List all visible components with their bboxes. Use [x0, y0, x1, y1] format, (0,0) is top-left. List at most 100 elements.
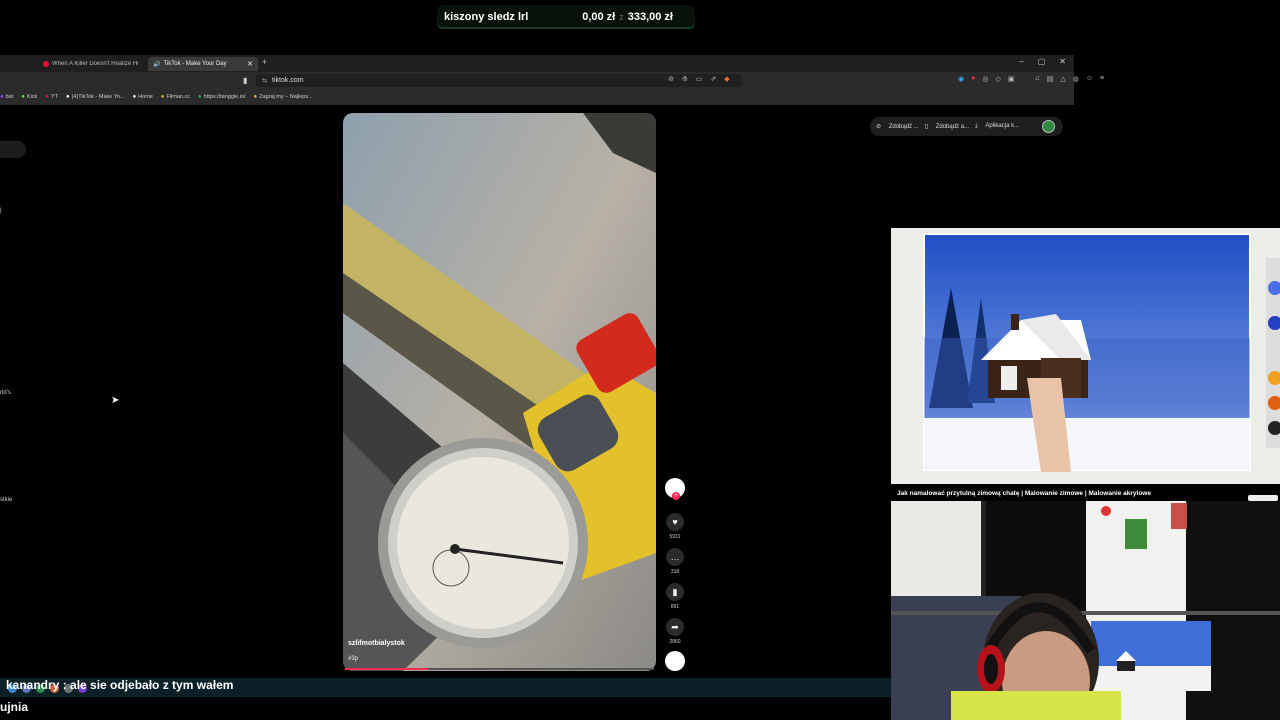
donation-current: 0,00 zł [582, 11, 616, 23]
music-disc-icon[interactable] [665, 651, 685, 671]
bookmark-favicon-icon: ● [65, 94, 70, 100]
donation-name: kiszony sledz lrl [444, 11, 529, 23]
donation-goal: 333,00 zł [627, 11, 673, 23]
comment-button[interactable]: … 318 [663, 548, 687, 575]
brave-rewards-icon[interactable]: △ [1060, 75, 1065, 83]
sidebar-text-fragment: stkie [0, 497, 13, 503]
tab-youtube[interactable]: When A Killer Doesn't Realize He's B [38, 57, 146, 71]
bookmark-favicon-icon: ● [160, 94, 165, 100]
minimize-icon[interactable]: – [1019, 57, 1023, 66]
bookmark-item[interactable]: ● https://tanggle.io/ [198, 94, 246, 100]
bookmark-item[interactable]: ● bat [0, 94, 13, 100]
browser-window: When A Killer Doesn't Realize He's B 🔊 T… [0, 55, 1104, 105]
bookmark-item[interactable]: ● YT [45, 94, 58, 100]
like-count: 5931 [669, 534, 681, 540]
music-icon[interactable]: ♫ [1034, 75, 1039, 83]
extension-icons: ◉ ● ◎ ◇ ▣ ♫ ▤ △ ◍ ☺ ≡ [958, 75, 1104, 83]
sidebar-icon[interactable]: ▣ [1008, 75, 1015, 83]
video-progress-bar[interactable] [345, 668, 654, 670]
painting-frame [891, 228, 1280, 484]
brave-shield-icon[interactable]: ◆ [724, 75, 729, 83]
extension-icon[interactable]: ◉ [958, 75, 964, 83]
screenshot-icon[interactable]: ▭ [696, 75, 703, 83]
stream-video-title: Jak namalować przytulną zimową chatę | M… [897, 490, 1151, 497]
address-bar-icons: ⊘ ⟰ ▭ ⇗ ◆ [668, 75, 730, 83]
translate-icon[interactable]: ⟰ [682, 75, 688, 83]
save-count: 891 [670, 604, 680, 610]
bookmark-favicon-icon: ● [198, 94, 202, 100]
tab-strip: When A Killer Doesn't Realize He's B 🔊 T… [0, 55, 1074, 72]
painting-video [891, 228, 1280, 484]
bookmarks-bar: ● bat ● Kick ● YT ● (4)TikTok - Make Yo... ● Home… [0, 91, 1074, 103]
bookmark-item[interactable]: ● Filman.cc [161, 94, 190, 100]
bookmark-favicon-icon: ● [132, 94, 137, 100]
bookmark-label: YT [50, 94, 58, 100]
follow-plus-icon[interactable]: + [672, 492, 680, 500]
site-info-icon[interactable]: ⇆ [262, 77, 267, 84]
get-coins-button[interactable]: ⊘ Zdobądź ... [876, 123, 919, 130]
get-app-button[interactable]: ▯ Zdobądź a... [925, 123, 969, 130]
profile-avatar[interactable] [1042, 120, 1055, 133]
bookmark-item[interactable]: ● (4)TikTok - Make Yo... [66, 94, 125, 100]
comment-icon[interactable]: … [666, 548, 684, 566]
window-controls: – ▢ ✕ [1019, 57, 1066, 66]
heart-icon[interactable]: ♥ [666, 513, 684, 531]
vpn-icon[interactable]: ◍ [1073, 75, 1079, 83]
bookmark-item[interactable]: ● Zagraj.my – Najleps... [254, 94, 313, 100]
close-tab-icon[interactable]: ✕ [247, 60, 253, 68]
bookmark-label: https://tanggle.io/ [203, 94, 246, 100]
extension-icon[interactable]: ◇ [995, 75, 1000, 83]
tab-title: When A Killer Doesn't Realize He's B [52, 61, 138, 67]
bookmark-favicon-icon: ● [45, 94, 49, 100]
bookmark-label: Filman.cc [166, 94, 191, 100]
maximize-icon[interactable]: ▢ [1038, 57, 1046, 66]
new-tab-icon[interactable]: + [262, 57, 267, 67]
comment-count: 318 [670, 569, 680, 575]
button-label: Zdobądź ... [888, 124, 919, 130]
video-username[interactable]: szlifmotbialystok [348, 640, 405, 647]
share-arrow-icon[interactable]: ➦ [666, 618, 684, 636]
desktop-app-button[interactable]: ⤓ Aplikacja k... [975, 123, 1019, 130]
music-disc[interactable] [663, 651, 687, 671]
donation-separator: z [619, 12, 624, 22]
bookmark-label: bat [5, 94, 14, 100]
chat-message: kanandry : ale sie odjebało z tym wałem [6, 678, 234, 692]
donation-amounts: 0,00 zł z 333,00 zł [582, 11, 673, 23]
chat-message: ujnia [0, 700, 29, 714]
avatar[interactable]: + [665, 478, 685, 500]
bookmark-favicon-icon: ● [0, 94, 4, 100]
video-hashtag[interactable]: #3p [348, 656, 358, 662]
video-player[interactable] [343, 113, 656, 671]
close-window-icon[interactable]: ✕ [1059, 57, 1066, 66]
save-button[interactable]: ▮ 891 [663, 583, 687, 610]
creator-avatar[interactable]: + [663, 478, 687, 500]
profile-icon[interactable]: ☺ [1086, 75, 1093, 83]
bookmark-favicon-icon: ● [253, 94, 258, 100]
bookmark-item[interactable]: ● Home [133, 94, 153, 100]
bookmark-label: Kick [26, 94, 38, 100]
bookmark-item[interactable]: ● Kick [21, 94, 37, 100]
button-label: Zdobądź a... [935, 124, 970, 130]
bookmark-label: (4)TikTok - Make Yo... [71, 94, 125, 100]
wallet-icon[interactable]: ▤ [1047, 75, 1054, 83]
extension-icon[interactable]: ◎ [982, 75, 988, 83]
reader-icon[interactable]: ⊘ [668, 75, 674, 83]
share-count: 2860 [669, 639, 681, 645]
share-button[interactable]: ➦ 2860 [663, 618, 687, 645]
like-button[interactable]: ♥ 5931 [663, 513, 687, 540]
progress-fill [345, 668, 429, 670]
tab-tiktok[interactable]: 🔊 TikTok - Make Your Day ✕ [148, 57, 258, 71]
sidebar-marker: | [0, 208, 2, 214]
button-label: Aplikacja k... [985, 123, 1020, 129]
bookmark-icon[interactable]: ▮ [666, 583, 684, 601]
bookmark-icon[interactable]: ▮ [243, 76, 247, 85]
webcam-frame [891, 501, 1280, 720]
search-pill[interactable] [0, 141, 26, 158]
youtube-icon [43, 61, 49, 67]
bookmark-favicon-icon: ● [21, 94, 25, 100]
share-icon[interactable]: ⇗ [710, 75, 716, 83]
speaker-icon: 🔊 [153, 61, 161, 68]
youtube-extension-icon[interactable]: ● [971, 75, 975, 83]
menu-icon[interactable]: ≡ [1100, 75, 1104, 83]
